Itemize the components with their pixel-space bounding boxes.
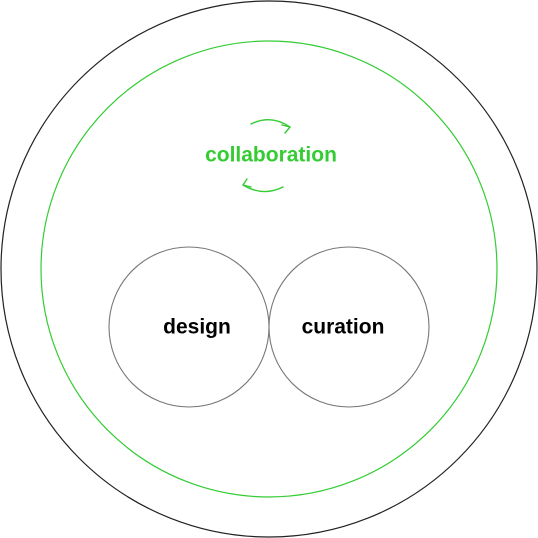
design-label: design xyxy=(163,316,231,339)
arrow-top-head xyxy=(281,124,291,134)
curation-label: curation xyxy=(302,316,385,339)
arrow-bottom-head xyxy=(242,178,252,188)
outer-ring xyxy=(0,0,538,538)
collaboration-diagram: collaboration design curation xyxy=(0,0,538,538)
collaboration-ring xyxy=(40,40,498,498)
collaboration-label: collaboration xyxy=(205,144,337,167)
